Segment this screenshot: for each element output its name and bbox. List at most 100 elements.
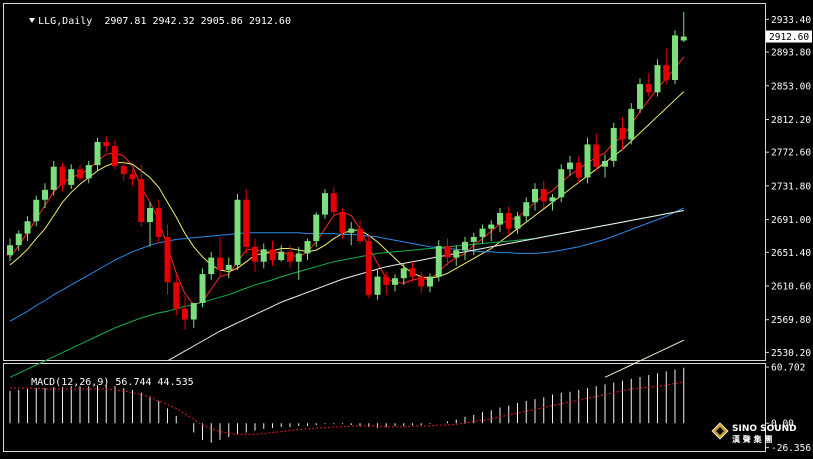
candle-body <box>400 268 407 279</box>
candle-body <box>549 197 556 202</box>
macd-tick-label: -26.356 <box>771 443 811 454</box>
candle <box>234 193 241 270</box>
candle-body <box>199 274 206 304</box>
candle-body <box>479 228 486 237</box>
candle-body <box>217 257 223 270</box>
candle-body <box>304 241 311 254</box>
price-tick-label: 2812.20 <box>771 115 811 126</box>
candle-body <box>540 189 547 202</box>
candle-body <box>155 208 162 237</box>
price-tick-label: 2731.80 <box>771 181 811 192</box>
candle-body <box>575 162 582 178</box>
candle-body <box>85 165 92 179</box>
candle-body <box>427 276 433 287</box>
candle-body <box>672 35 678 80</box>
candle-body <box>628 108 635 140</box>
candle-body <box>453 250 460 258</box>
candle-body <box>190 303 197 320</box>
candle-body <box>103 141 110 147</box>
candle-body <box>444 246 451 258</box>
candle-body <box>409 268 416 277</box>
candle-body <box>182 308 188 320</box>
price-tick-label: 2853.00 <box>771 81 811 92</box>
candle-body <box>514 216 521 229</box>
price-tick-label: 2893.80 <box>771 48 811 59</box>
candle-body <box>234 199 241 266</box>
logo-line-1: SINO SOUND <box>732 424 797 434</box>
candle-body <box>470 236 477 242</box>
candle-body <box>260 249 267 262</box>
candle-body <box>497 212 503 225</box>
candle-body <box>112 146 118 166</box>
candle-body <box>637 84 643 109</box>
price-tick-label: 2610.60 <box>771 281 811 292</box>
candle-body <box>654 65 661 93</box>
candle-body <box>164 236 171 283</box>
symbol-label: LLG,Daily <box>38 16 93 27</box>
macd-label: MACD(12,26,9) 56.744 44.535 <box>31 377 194 388</box>
candle-body <box>269 249 276 261</box>
chart-window: 2933.40 2893.80 2853.00 2812.20 2772.60 2731.… <box>0 0 813 455</box>
candle-body <box>339 212 346 233</box>
price-tick-label: 2530.20 <box>771 348 811 359</box>
candle-body <box>295 253 302 262</box>
candle-body <box>348 228 355 233</box>
logo-line-2: 漢 聲 集 團 <box>732 434 772 444</box>
candle-body <box>287 251 293 262</box>
candle-body <box>313 214 320 242</box>
symbol-dropdown-icon[interactable] <box>29 18 36 23</box>
candle <box>672 30 678 85</box>
candle-body <box>593 144 600 167</box>
candle-body <box>225 265 232 270</box>
candle-body <box>252 246 258 262</box>
candle-body <box>278 251 285 261</box>
candle-body <box>418 276 425 287</box>
candle-body <box>523 202 530 217</box>
candle-body <box>68 169 75 185</box>
candle-body <box>610 127 617 161</box>
candle <box>584 137 591 184</box>
candle-body <box>42 189 48 200</box>
current-price-label: 2912.60 <box>769 32 809 43</box>
candle-body <box>645 84 652 93</box>
candle-body <box>24 221 31 234</box>
candle-body <box>680 36 687 41</box>
candle-body <box>532 189 538 203</box>
macd-header: MACD(12,26,9) 56.744 44.535 <box>7 366 194 399</box>
candle-body <box>173 282 180 309</box>
candle-body <box>120 165 127 175</box>
candle-body <box>584 144 591 178</box>
candle-body <box>129 174 136 180</box>
candle <box>610 122 617 167</box>
candle-body <box>392 278 398 285</box>
candle-body <box>94 141 101 166</box>
candle-body <box>33 199 40 222</box>
candle <box>435 240 442 282</box>
candle-body <box>462 241 468 251</box>
candle-body <box>602 160 608 167</box>
candle-body <box>663 65 670 80</box>
candle-body <box>330 193 337 213</box>
price-tick-label: 2772.60 <box>771 148 811 159</box>
candle-body <box>505 212 512 229</box>
candle-body <box>77 169 83 179</box>
candle-body <box>208 257 215 275</box>
price-tick-label: 2691.00 <box>771 215 811 226</box>
candle-body <box>50 166 57 190</box>
candle-body <box>619 127 626 140</box>
candle-body <box>558 169 565 198</box>
price-tick-label: 2651.40 <box>771 248 811 259</box>
candle-body <box>138 179 145 223</box>
candle-body <box>7 245 13 256</box>
candle-body <box>365 241 372 295</box>
candle-body <box>357 228 363 242</box>
candle-body <box>567 162 573 170</box>
candle-body <box>59 166 66 185</box>
candle-body <box>435 246 442 277</box>
candle-body <box>15 233 22 246</box>
candle <box>558 164 565 203</box>
candle-body <box>147 208 153 223</box>
candle-body <box>383 276 390 285</box>
price-tick-label: 2569.80 <box>771 315 811 326</box>
ohlc-readout: 2907.81 2942.32 2905.86 2912.60 <box>104 16 291 27</box>
